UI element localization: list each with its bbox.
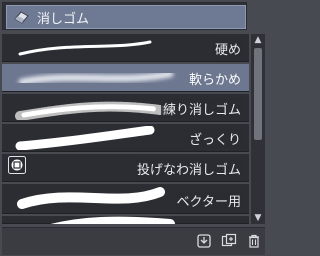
- tool-title: 消しゴム: [37, 11, 90, 27]
- brush-list: 硬め 軟らかめ 練り消しゴム ざっくり 投げなわ消しゴム ベクター用: [2, 34, 249, 224]
- brush-preview-soft: [18, 70, 174, 86]
- tool-title-chip[interactable]: 消しゴム: [6, 5, 246, 29]
- brush-row-rough[interactable]: ざっくり: [2, 124, 249, 152]
- brush-row-lasso[interactable]: 投げなわ消しゴム: [2, 154, 249, 182]
- lasso-eraser-icon: [8, 156, 26, 174]
- brush-preview-hard: [18, 40, 152, 56]
- trash-icon[interactable]: [245, 232, 263, 250]
- brush-preview-partial: [50, 216, 175, 224]
- brush-row-soft[interactable]: 軟らかめ: [2, 64, 249, 92]
- add-copy-icon[interactable]: [220, 232, 238, 250]
- brush-row-vector[interactable]: ベクター用: [2, 184, 249, 214]
- scroll-up-icon[interactable]: ▲: [251, 34, 265, 46]
- brush-row-hard[interactable]: 硬め: [2, 34, 249, 62]
- brush-row-partial: [2, 216, 249, 224]
- brush-name: 練り消しゴム: [160, 99, 243, 118]
- brush-name: ざっくり: [186, 129, 243, 148]
- scroll-down-icon[interactable]: ▼: [251, 212, 265, 224]
- list-footer: [2, 227, 265, 255]
- brush-row-kneaded[interactable]: 練り消しゴム: [2, 94, 249, 122]
- brush-preview-rough: [15, 126, 155, 150]
- brush-name: 投げなわ消しゴム: [134, 159, 243, 178]
- scroll-thumb[interactable]: [254, 48, 262, 140]
- brush-name: 硬め: [212, 39, 243, 58]
- brush-name: ベクター用: [174, 191, 243, 210]
- eraser-icon: [13, 10, 31, 24]
- download-icon[interactable]: [195, 232, 213, 250]
- tool-header: 消しゴム: [2, 2, 247, 30]
- list-scrollbar[interactable]: ▲ ▼: [251, 34, 265, 224]
- brush-name: 軟らかめ: [186, 69, 243, 88]
